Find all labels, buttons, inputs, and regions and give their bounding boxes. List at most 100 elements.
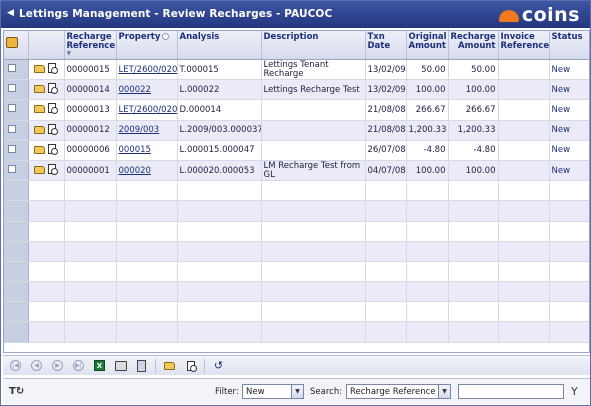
empty-row bbox=[4, 200, 589, 222]
cell-recharge: 266.67 bbox=[448, 99, 499, 121]
print-icon bbox=[114, 360, 127, 371]
print-button[interactable] bbox=[113, 358, 128, 373]
property-link[interactable]: 000015 bbox=[119, 145, 151, 155]
search-input[interactable] bbox=[458, 384, 564, 399]
view-button[interactable] bbox=[183, 358, 198, 373]
header-description[interactable]: Description bbox=[261, 31, 366, 60]
cell-analysis: T.000015 bbox=[177, 59, 262, 81]
open-folder-icon[interactable] bbox=[33, 65, 45, 74]
row-checkbox[interactable] bbox=[8, 144, 16, 153]
previous-page-button[interactable]: ◀ bbox=[29, 358, 44, 373]
grid-body: 00000015 LET/2600/020 T.000015 Lettings Ten… bbox=[4, 59, 589, 343]
property-link[interactable]: 000022 bbox=[119, 85, 151, 95]
cell-description bbox=[261, 120, 366, 141]
open-folder-icon[interactable] bbox=[33, 145, 45, 154]
calculator-icon bbox=[137, 359, 146, 372]
table-row[interactable]: 00000013 LET/2600/020 D.000014 21/08/08 266.… bbox=[4, 99, 589, 121]
clear-filter-icon[interactable]: T↻ bbox=[9, 386, 24, 397]
empty-cell bbox=[549, 180, 589, 202]
open-folder-icon[interactable] bbox=[33, 125, 45, 134]
row-indicator bbox=[4, 221, 29, 242]
row-indicator bbox=[4, 241, 29, 262]
empty-row bbox=[4, 261, 589, 283]
empty-row bbox=[4, 301, 589, 323]
empty-cell bbox=[261, 301, 366, 323]
empty-cell bbox=[406, 241, 449, 262]
first-page-button[interactable]: |◀ bbox=[8, 358, 23, 373]
next-page-button[interactable]: ▶ bbox=[50, 358, 65, 373]
row-checkbox[interactable] bbox=[8, 104, 16, 113]
table-row[interactable]: 00000012 2009/003 L.2009/003.000037 21/08/0… bbox=[4, 120, 589, 141]
open-button[interactable] bbox=[162, 358, 177, 373]
table-row[interactable]: 00000015 LET/2600/020 T.000015 Lettings Ten… bbox=[4, 59, 589, 81]
row-actions bbox=[28, 99, 65, 121]
empty-cell bbox=[28, 180, 65, 202]
row-actions bbox=[28, 160, 65, 182]
row-checkbox[interactable] bbox=[8, 64, 16, 73]
header-analysis[interactable]: Analysis bbox=[177, 31, 262, 60]
table-row[interactable]: 00000014 000022 L.000022 Lettings Recharge … bbox=[4, 79, 589, 101]
calculator-button[interactable] bbox=[134, 358, 149, 373]
header-original-amount[interactable]: Original Amount bbox=[406, 31, 449, 60]
open-folder-icon[interactable] bbox=[33, 166, 45, 175]
lookup-icon[interactable] bbox=[162, 33, 170, 40]
cell-invoice bbox=[498, 140, 550, 161]
previous-page-icon: ◀ bbox=[31, 360, 42, 371]
property-link[interactable]: 000020 bbox=[119, 166, 151, 176]
header-status[interactable]: Status bbox=[549, 31, 589, 60]
empty-cell bbox=[406, 261, 449, 283]
collapse-arrow-icon[interactable]: ◀ bbox=[7, 8, 14, 18]
row-checkbox[interactable] bbox=[8, 124, 16, 133]
empty-cell bbox=[64, 261, 117, 283]
chevron-down-icon[interactable]: ▼ bbox=[291, 385, 303, 398]
row-checkbox[interactable] bbox=[8, 165, 16, 174]
property-link[interactable]: LET/2600/020 bbox=[119, 65, 177, 75]
property-link[interactable]: 2009/003 bbox=[119, 125, 160, 135]
cell-ref: 00000013 bbox=[64, 99, 117, 121]
apply-filter-icon[interactable]: Y bbox=[571, 385, 578, 398]
cell-description: Lettings Tenant Recharge bbox=[261, 59, 366, 81]
excel-export-button[interactable]: X bbox=[92, 358, 107, 373]
header-select-all[interactable] bbox=[4, 31, 29, 60]
search-label: Search: bbox=[310, 387, 343, 397]
row-checkbox[interactable] bbox=[8, 84, 16, 93]
undo-button[interactable]: ↺ bbox=[211, 358, 226, 373]
view-document-icon[interactable] bbox=[47, 164, 58, 176]
header-invoice-reference[interactable]: Invoice Reference bbox=[498, 31, 550, 60]
filter-select[interactable]: New ▼ bbox=[242, 384, 304, 399]
header-property[interactable]: Property bbox=[116, 31, 178, 60]
empty-cell bbox=[28, 301, 65, 323]
empty-cell bbox=[116, 261, 178, 283]
view-document-icon[interactable] bbox=[47, 83, 58, 95]
empty-cell bbox=[448, 261, 499, 283]
open-folder-icon[interactable] bbox=[33, 85, 45, 94]
view-document-icon[interactable] bbox=[47, 143, 58, 155]
empty-cell bbox=[64, 241, 117, 262]
view-document-icon[interactable] bbox=[47, 63, 58, 75]
chevron-down-icon[interactable]: ▼ bbox=[438, 385, 450, 398]
open-folder-icon[interactable] bbox=[33, 105, 45, 114]
header-recharge-reference[interactable]: Recharge Reference ▼ bbox=[64, 31, 117, 60]
search-field-select[interactable]: Recharge Reference ▼ bbox=[346, 384, 451, 399]
view-document-icon[interactable] bbox=[47, 123, 58, 135]
last-page-button[interactable]: ▶| bbox=[71, 358, 86, 373]
empty-cell bbox=[64, 281, 117, 303]
table-row[interactable]: 00000006 000015 L.000015.000047 26/07/08 -4.… bbox=[4, 140, 589, 161]
cell-txn_date: 13/02/09 bbox=[365, 79, 407, 101]
empty-cell bbox=[64, 301, 117, 323]
cell-analysis: L.000022 bbox=[177, 79, 262, 101]
window-title: Lettings Management - Review Recharges -… bbox=[19, 8, 333, 20]
table-row[interactable]: 00000001 000020 L.000020.000053 LM Recharge… bbox=[4, 160, 589, 182]
empty-cell bbox=[28, 241, 65, 262]
last-page-icon: ▶| bbox=[73, 360, 84, 371]
empty-cell bbox=[177, 241, 262, 262]
filter-bar: T↻ Filter: New ▼ Search: Recharge Refere… bbox=[3, 378, 590, 404]
header-recharge-amount[interactable]: Recharge Amount bbox=[448, 31, 499, 60]
select-all-icon[interactable] bbox=[6, 37, 18, 48]
empty-cell bbox=[261, 281, 366, 303]
header-txn-date[interactable]: Txn Date bbox=[365, 31, 407, 60]
property-link[interactable]: LET/2600/020 bbox=[119, 105, 177, 115]
empty-cell bbox=[28, 221, 65, 242]
view-document-icon[interactable] bbox=[47, 103, 58, 115]
empty-cell bbox=[498, 180, 550, 202]
